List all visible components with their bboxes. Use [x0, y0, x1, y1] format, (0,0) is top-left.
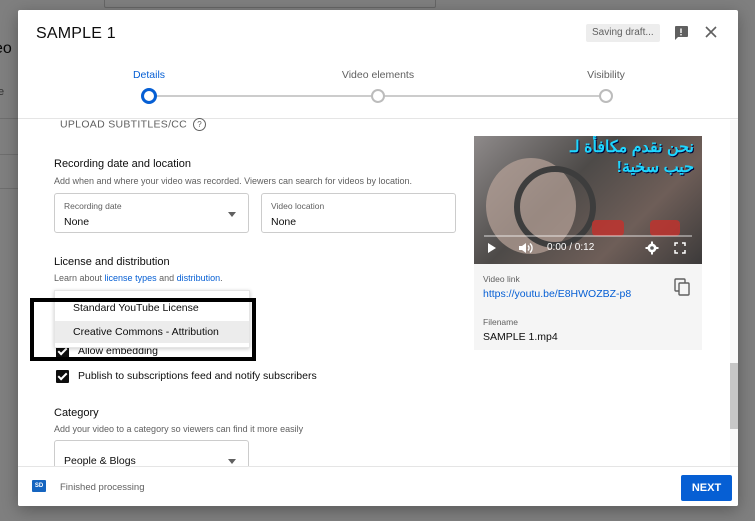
recording-section-description: Add when and where your video was record… — [54, 176, 413, 186]
step-visibility-label[interactable]: Visibility — [587, 69, 625, 81]
video-location-label: Video location — [271, 201, 325, 211]
publish-feed-label: Publish to subscriptions feed and notify… — [78, 370, 317, 382]
video-player[interactable]: نحن نقدم مكافأة لـ حيب سخية! 0:00 / 0:12 — [474, 136, 702, 264]
license-types-link[interactable]: license types — [105, 273, 157, 283]
video-location-input[interactable]: Video location None — [261, 193, 456, 233]
upload-subtitles-label: UPLOAD SUBTITLES/CC — [60, 118, 188, 131]
filename-label: Filename — [483, 317, 518, 327]
thumbnail-decoration — [650, 220, 680, 236]
sd-icon: SD — [32, 480, 46, 492]
step-details-dot[interactable] — [141, 88, 157, 104]
step-video-elements-label[interactable]: Video elements — [342, 69, 414, 81]
scrollbar-thumb[interactable] — [730, 363, 738, 429]
recording-date-select[interactable]: Recording date None — [54, 193, 249, 233]
recording-section-title: Recording date and location — [54, 158, 191, 170]
license-desc-mid: and — [156, 273, 177, 283]
step-details-label[interactable]: Details — [133, 69, 165, 81]
recording-date-value: None — [64, 216, 90, 228]
annotation-highlight-box — [30, 298, 256, 361]
close-icon[interactable] — [704, 25, 718, 39]
recording-date-label: Recording date — [64, 201, 122, 211]
license-section-description: Learn about license types and distributi… — [54, 273, 223, 283]
video-location-value: None — [271, 216, 297, 228]
video-link[interactable]: https://youtu.be/E8HWOZBZ-p8 — [483, 288, 631, 300]
license-desc-prefix: Learn about — [54, 273, 105, 283]
step-video-elements-dot[interactable] — [371, 89, 385, 103]
step-visibility-dot[interactable] — [599, 89, 613, 103]
thumbnail-caption: نحن نقدم مكافأة لـ حيب سخية! — [570, 138, 694, 178]
copy-icon[interactable] — [674, 278, 690, 296]
upload-subtitles-link[interactable]: UPLOAD SUBTITLES/CC? — [60, 118, 207, 131]
thumbnail-caption-line: حيب سخية! — [616, 159, 694, 176]
chevron-down-icon — [228, 459, 236, 464]
feedback-icon[interactable] — [673, 25, 689, 41]
license-desc-suffix: . — [220, 273, 223, 283]
fullscreen-icon[interactable] — [674, 242, 686, 254]
video-time: 0:00 / 0:12 — [547, 242, 595, 253]
filename-value: SAMPLE 1.mp4 — [483, 331, 558, 343]
license-section-title: License and distribution — [54, 256, 170, 268]
volume-icon[interactable] — [518, 242, 534, 254]
play-icon[interactable] — [488, 243, 496, 253]
thumbnail-decoration — [592, 220, 624, 236]
upload-stepper: Details Video elements Visibility — [18, 62, 738, 119]
next-button[interactable]: NEXT — [681, 475, 732, 501]
video-progress-bar[interactable] — [484, 235, 692, 237]
processing-status: Finished processing — [60, 482, 145, 493]
video-link-label: Video link — [483, 274, 520, 284]
category-section-title: Category — [54, 407, 99, 419]
video-preview-card: نحن نقدم مكافأة لـ حيب سخية! 0:00 / 0:12… — [474, 136, 702, 350]
gear-icon[interactable] — [645, 241, 659, 255]
category-section-description: Add your video to a category so viewers … — [54, 424, 304, 434]
saving-status-badge: Saving draft... — [586, 24, 660, 42]
upload-details-dialog: SAMPLE 1 Saving draft... Details Video e… — [18, 10, 738, 506]
chevron-down-icon — [228, 212, 236, 217]
help-icon[interactable]: ? — [193, 118, 207, 131]
publish-feed-checkbox[interactable] — [56, 370, 69, 383]
thumbnail-caption-line: نحن نقدم مكافأة لـ — [570, 139, 694, 156]
distribution-link[interactable]: distribution — [177, 273, 221, 283]
dialog-title: SAMPLE 1 — [36, 25, 116, 42]
dialog-footer: SD Finished processing NEXT — [18, 466, 738, 506]
